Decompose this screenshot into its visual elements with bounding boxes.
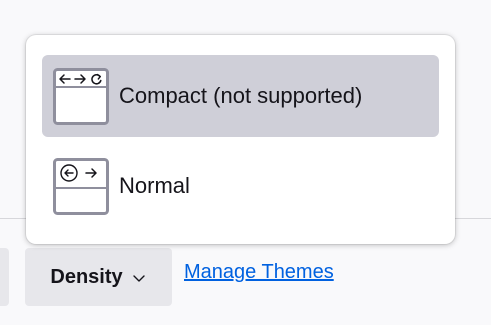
compact-density-icon xyxy=(53,67,109,125)
manage-themes-link[interactable]: Manage Themes xyxy=(184,261,334,284)
previous-footer-button[interactable] xyxy=(0,248,9,306)
density-button-label: Density xyxy=(50,265,123,288)
density-popup-menu: Compact (not supported) Normal xyxy=(26,35,455,244)
menu-item-compact[interactable]: Compact (not supported) xyxy=(42,55,439,137)
menu-item-label: Normal xyxy=(119,173,190,198)
menu-item-normal[interactable]: Normal xyxy=(42,145,439,227)
menu-item-label: Compact (not supported) xyxy=(119,83,363,108)
chevron-down-icon xyxy=(131,270,147,286)
normal-density-icon xyxy=(53,157,109,215)
density-button[interactable]: Density xyxy=(25,248,172,306)
